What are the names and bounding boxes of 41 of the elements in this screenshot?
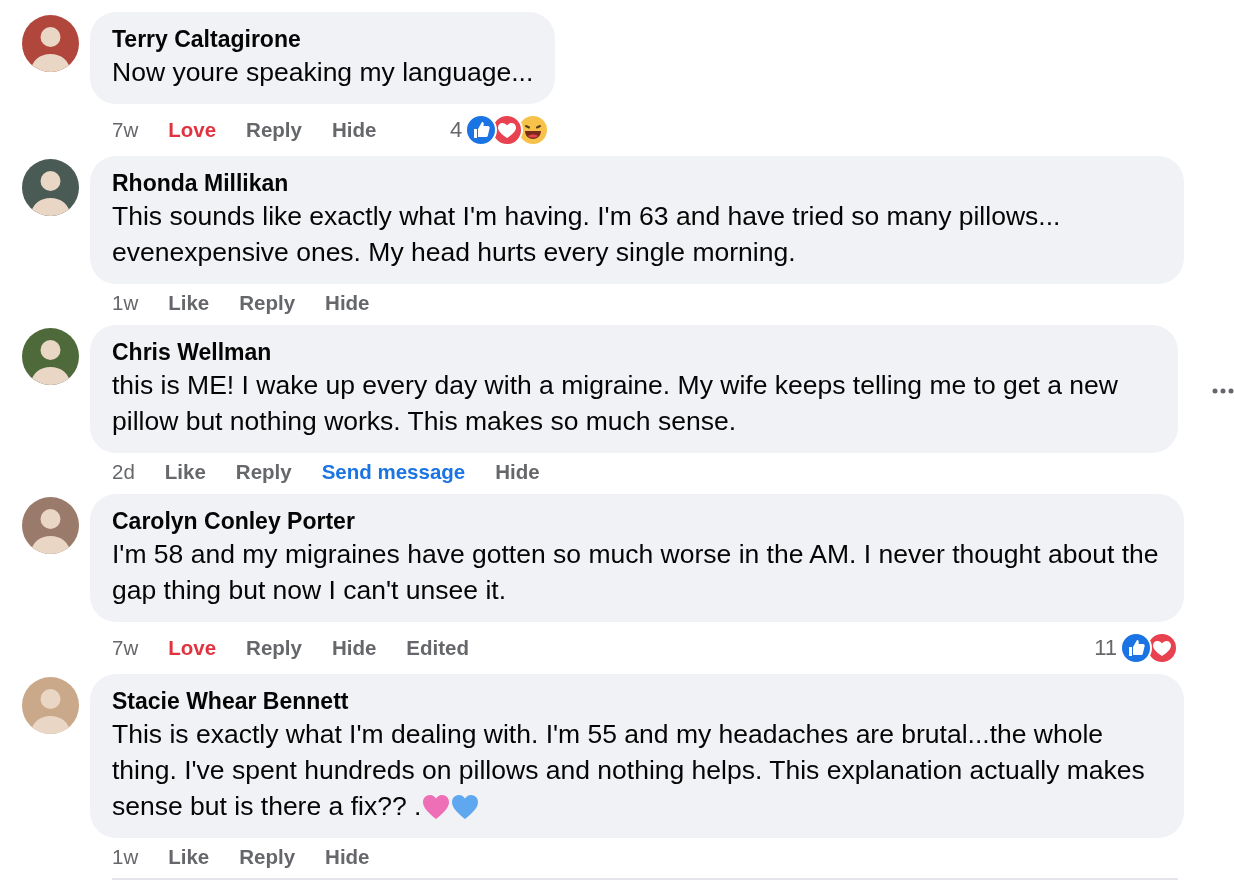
comment-text: Now youre speaking my language... [112,56,534,89]
timestamp: 2d [112,459,135,484]
like-reaction-icon [465,114,498,146]
comment-text: This sounds like exactly what I'm having. I'm 63 and have tried so many pillows... evenexpensive ones. My head hurts every single morning. [112,200,1062,269]
comment-action-link[interactable]: Hide [325,290,370,315]
comment-text: I'm 58 and my migraines have gotten so much worse in the AM. I never thought about the gap thing but now I can't unsee it. [112,538,1160,607]
comment-author[interactable]: Terry Caltagirone [112,24,534,54]
comment-author[interactable]: Rhonda Millikan [112,168,1162,198]
comment-text: This is exactly what I'm dealing with. I'm 55 and my headaches are brutal...the whole thing. I've spent hundreds on pillows and nothing helps. This explanation actually makes sense but is there a fix?? . [112,718,1146,823]
comment-action-link[interactable]: Send message [321,459,466,484]
reaction-count[interactable]: 4 [450,117,463,143]
comment-action-link[interactable]: Like [168,844,210,869]
reaction-count[interactable]: 11 [1094,635,1117,661]
timestamp: 7w [112,636,139,660]
comment-action-link[interactable]: Reply [239,844,296,869]
comment-action-link[interactable]: Reply [235,459,292,484]
comment-action-link[interactable]: Hide [331,636,377,660]
avatar[interactable] [22,328,79,385]
comment-author[interactable]: Stacie Whear Bennett [112,686,1162,716]
timestamp: 7w [112,118,139,142]
comment-action-link[interactable]: Hide [331,118,377,142]
comment-author[interactable]: Chris Wellman [112,337,1156,367]
avatar[interactable] [22,15,79,72]
comment-action-link[interactable]: Hide [495,459,540,484]
comment-action-link[interactable]: Like [168,290,210,315]
comment-action-link[interactable]: Reply [246,636,302,660]
comment-author[interactable]: Carolyn Conley Porter [112,506,1162,536]
comment-action-link[interactable]: Reply [246,118,302,142]
avatar[interactable] [22,159,79,216]
comment-text: this is ME! I wake up every day with a migraine. My wife keeps telling me to get a new pillow but nothing works. This makes so much sense. [112,369,1119,438]
avatar[interactable] [22,497,79,554]
comment-action-link[interactable]: Edited [406,636,469,660]
timestamp: 1w [112,844,139,869]
like-reaction-icon [1120,632,1152,664]
more-options-icon[interactable] [1212,388,1234,394]
timestamp: 1w [112,290,139,315]
comment-action-link[interactable]: Hide [325,844,370,869]
comment-action-link[interactable]: Reply [239,290,296,315]
love-reaction-link[interactable]: Love [168,636,217,660]
comment-action-link[interactable]: Like [164,459,206,484]
love-reaction-link[interactable]: Love [168,118,217,142]
